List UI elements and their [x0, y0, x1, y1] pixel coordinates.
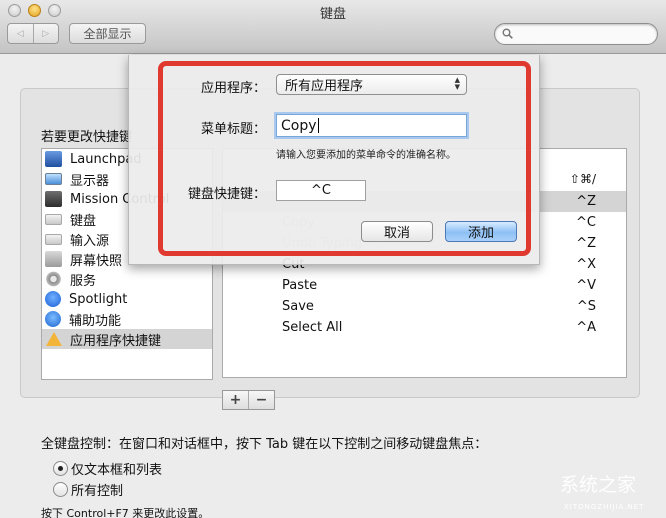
- shortcut-row[interactable]: Select All ^A: [223, 317, 626, 338]
- menu-title-hint: 请输入您要添加的菜单命令的准确名称。: [276, 150, 456, 161]
- watermark-logo: 系统之家: [560, 474, 637, 496]
- instruction-text: 若要更改快捷键: [41, 130, 133, 145]
- search-icon: [502, 28, 513, 39]
- radio-all-controls[interactable]: 所有控制: [53, 480, 123, 499]
- category-item-accessibility[interactable]: 辅助功能: [42, 309, 212, 329]
- menu-title-input[interactable]: Copy: [276, 114, 467, 137]
- full-keyboard-access-label: 全键盘控制：在窗口和对话框中，按下 Tab 键在以下控制之间移动键盘焦点：: [41, 437, 488, 452]
- radio-selected-icon: [53, 461, 68, 476]
- launchpad-icon: [45, 151, 62, 167]
- accessibility-icon: [45, 311, 61, 327]
- nav-back-forward: ◁ ▷: [7, 23, 59, 44]
- application-popup[interactable]: 所有应用程序 ▲ ▼: [276, 74, 467, 95]
- keyboard-shortcut-label: 键盘快捷键：: [187, 187, 266, 202]
- category-item-spotlight[interactable]: Spotlight: [42, 289, 212, 309]
- services-icon: [45, 271, 62, 287]
- footer-hint: 按下 Control+F7 来更改此设置。: [41, 507, 210, 518]
- input-source-icon: [45, 233, 62, 245]
- mission-control-icon: [45, 191, 62, 207]
- back-button[interactable]: ◁: [8, 24, 33, 43]
- cancel-button[interactable]: 取消: [361, 221, 433, 242]
- add-button[interactable]: 添加: [445, 221, 517, 242]
- spotlight-icon: [45, 291, 61, 307]
- search-field[interactable]: [494, 23, 658, 45]
- text-caret: [317, 118, 319, 133]
- group-shortcut-keys: ⇧⌘/: [569, 172, 596, 186]
- shortcut-row[interactable]: Save ^S: [223, 296, 626, 317]
- keyboard-shortcut-field[interactable]: ^C: [276, 180, 366, 201]
- remove-shortcut-button[interactable]: −: [248, 391, 274, 409]
- watermark-url: XITONGZHIJIA.NET: [564, 503, 645, 511]
- add-shortcut-button[interactable]: +: [223, 391, 248, 409]
- forward-button[interactable]: ▷: [32, 24, 59, 43]
- menu-title-label: 菜单标题：: [200, 122, 266, 137]
- window-title: 键盘: [319, 7, 346, 22]
- show-all-button[interactable]: 全部显示: [69, 23, 146, 44]
- app-shortcuts-icon: [45, 331, 62, 347]
- up-down-arrows-icon: ▲ ▼: [454, 76, 460, 91]
- application-label: 应用程序：: [200, 81, 266, 96]
- shortcut-row[interactable]: Paste ^V: [223, 275, 626, 296]
- screenshot-icon: [45, 251, 62, 267]
- radio-text-boxes-lists[interactable]: 仅文本框和列表: [53, 459, 162, 478]
- category-item-services[interactable]: 服务: [42, 269, 212, 289]
- add-remove-control: + −: [222, 390, 275, 410]
- toolbar: 键盘 ◁ ▷ 全部显示: [0, 0, 666, 54]
- category-item-app-shortcuts[interactable]: 应用程序快捷键: [42, 329, 212, 349]
- radio-unselected-icon: [53, 482, 68, 497]
- keyboard-icon: [45, 213, 62, 225]
- display-icon: [45, 173, 62, 185]
